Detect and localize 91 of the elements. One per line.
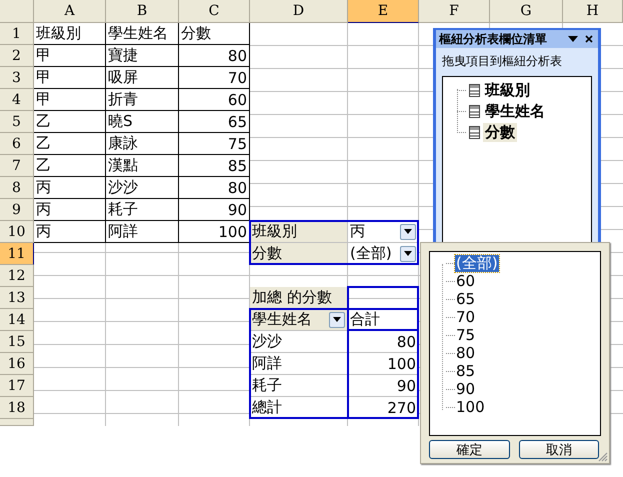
- table-cell: 學生姓名: [106, 23, 179, 45]
- table-cell: 阿詳: [250, 353, 348, 375]
- filter-item[interactable]: 75: [455, 326, 476, 344]
- filter-item[interactable]: 70: [455, 308, 476, 326]
- field-item[interactable]: 分數: [483, 123, 517, 142]
- table-cell: 60: [179, 89, 250, 111]
- ok-button[interactable]: 確定: [429, 440, 510, 459]
- column-header[interactable]: D: [250, 0, 348, 23]
- panel-hint: 拖曳項目到樞紐分析表: [441, 53, 563, 70]
- dropdown-button[interactable]: [400, 224, 416, 240]
- cell-text: 丙: [350, 222, 366, 241]
- row-header[interactable]: 18: [0, 397, 34, 419]
- row-header[interactable]: 4: [0, 89, 34, 111]
- field-icon: [469, 84, 480, 97]
- column-header[interactable]: H: [563, 0, 623, 23]
- panel-title: 樞紐分析表欄位清單: [439, 30, 548, 48]
- field-item[interactable]: 班級別: [483, 81, 532, 100]
- row-header[interactable]: 3: [0, 67, 34, 89]
- row-header[interactable]: 11: [0, 243, 34, 265]
- column-header[interactable]: B: [106, 0, 179, 23]
- filter-item[interactable]: 60: [455, 272, 476, 290]
- column-header[interactable]: C: [179, 0, 250, 23]
- table-cell: 吸屏: [106, 67, 179, 89]
- table-cell: 班級別: [250, 221, 348, 243]
- table-cell: 康詠: [106, 133, 179, 155]
- row-header[interactable]: 7: [0, 155, 34, 177]
- filter-item[interactable]: (全部): [455, 254, 499, 272]
- table-cell: 耗子: [106, 199, 179, 221]
- filter-item[interactable]: 80: [455, 344, 476, 362]
- column-header[interactable]: E: [348, 0, 419, 23]
- table-cell: 乙: [34, 155, 106, 177]
- table-cell: 乙: [34, 133, 106, 155]
- row-header[interactable]: 12: [0, 265, 34, 287]
- row-header[interactable]: 6: [0, 133, 34, 155]
- caret-icon: [404, 229, 412, 234]
- field-icon: [469, 126, 480, 139]
- caret-icon: [404, 251, 412, 256]
- table-cell: 70: [179, 67, 250, 89]
- column-header[interactable]: A: [34, 0, 106, 23]
- table-cell: 分數: [250, 243, 348, 265]
- filter-item[interactable]: 100: [455, 398, 486, 416]
- table-cell: 75: [179, 133, 250, 155]
- column-header[interactable]: G: [490, 0, 563, 23]
- row-header[interactable]: 13: [0, 287, 34, 309]
- cell-text: 學生姓名: [252, 310, 313, 329]
- table-cell: 沙沙: [106, 177, 179, 199]
- table-cell: 折青: [106, 89, 179, 111]
- row-header[interactable]: 16: [0, 353, 34, 375]
- table-cell: 加總 的分數: [250, 287, 348, 309]
- table-cell: 甲: [34, 89, 106, 111]
- caret-icon: [333, 317, 341, 322]
- table-cell: 90: [179, 199, 250, 221]
- table-cell: 阿詳: [106, 221, 179, 243]
- table-cell: 丙: [34, 199, 106, 221]
- row-header[interactable]: 5: [0, 111, 34, 133]
- row-header[interactable]: 17: [0, 375, 34, 397]
- close-icon[interactable]: [583, 33, 595, 45]
- field-item[interactable]: 學生姓名: [483, 102, 547, 121]
- dropdown-button[interactable]: [400, 246, 416, 262]
- dropdown-button[interactable]: [329, 312, 345, 328]
- row-header[interactable]: 15: [0, 331, 34, 353]
- table-cell: 丙: [34, 177, 106, 199]
- table-cell: 甲: [34, 45, 106, 67]
- table-cell: 分數: [179, 23, 250, 45]
- row-header[interactable]: 1: [0, 23, 34, 45]
- column-header[interactable]: F: [419, 0, 490, 23]
- table-cell: 65: [179, 111, 250, 133]
- field-icon: [469, 105, 480, 118]
- table-cell: 甲: [34, 67, 106, 89]
- resize-grip-icon[interactable]: [598, 452, 608, 462]
- table-cell: 沙沙: [250, 331, 348, 353]
- row-header[interactable]: 10: [0, 221, 34, 243]
- row-header[interactable]: 2: [0, 45, 34, 67]
- filter-item[interactable]: 65: [455, 290, 476, 308]
- table-cell: 耗子: [250, 375, 348, 397]
- table-cell: 寶捷: [106, 45, 179, 67]
- table-cell: 班級別: [34, 23, 106, 45]
- filter-item[interactable]: 90: [455, 380, 476, 398]
- table-cell: 80: [179, 177, 250, 199]
- filter-item[interactable]: 85: [455, 362, 476, 380]
- row-header[interactable]: 8: [0, 177, 34, 199]
- table-cell: 曉S: [106, 111, 179, 133]
- row-header[interactable]: 9: [0, 199, 34, 221]
- table-cell: 丙: [34, 221, 106, 243]
- table-cell: 85: [179, 155, 250, 177]
- table-cell: 漢點: [106, 155, 179, 177]
- table-cell: 乙: [34, 111, 106, 133]
- table-cell: 80: [179, 45, 250, 67]
- cell-text: (全部): [350, 244, 393, 263]
- row-header[interactable]: 14: [0, 309, 34, 331]
- cancel-button[interactable]: 取消: [518, 440, 599, 459]
